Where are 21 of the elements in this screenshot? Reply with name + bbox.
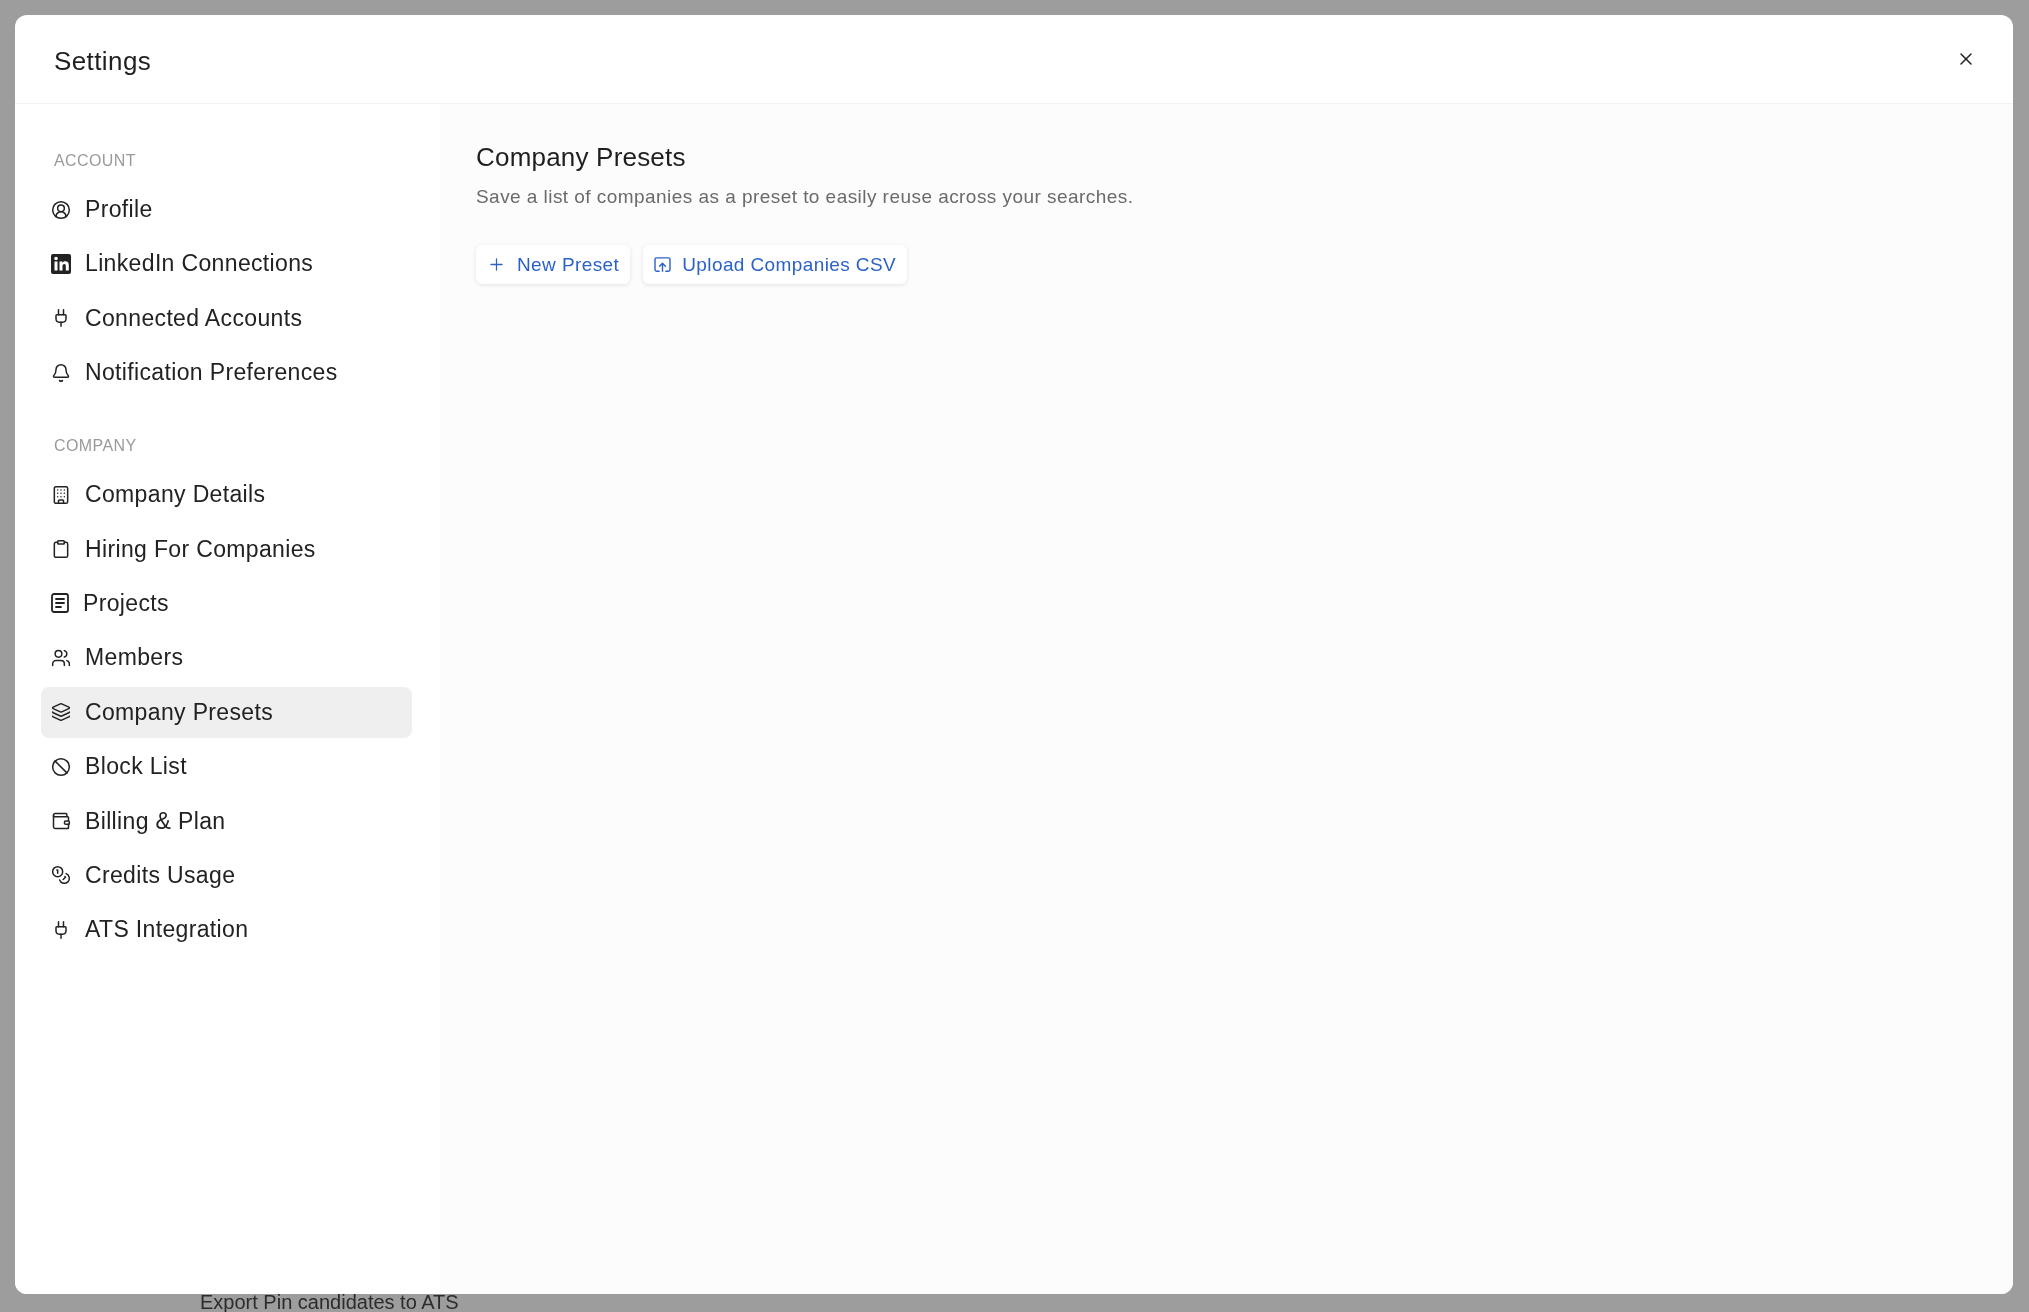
- page-description: Save a list of companies as a preset to easily reuse across your searches.: [476, 185, 1134, 209]
- sidebar-item[interactable]: Company Presets: [41, 686, 412, 738]
- layers-icon: [51, 702, 71, 723]
- wallet-icon: [51, 811, 71, 831]
- document-lines-icon: [51, 593, 69, 614]
- plus-icon: [487, 255, 506, 274]
- users-icon: [51, 647, 71, 668]
- prohibited-icon: [51, 756, 71, 777]
- bell-icon: [51, 362, 71, 383]
- linkedin-icon: [51, 253, 71, 274]
- clipboard-icon: [51, 539, 71, 560]
- section-heading: ACCOUNT: [53, 151, 136, 171]
- page-title: Company Presets: [476, 142, 686, 172]
- upload-icon: [654, 257, 672, 272]
- upload-csv-button[interactable]: Upload Companies CSV: [643, 245, 908, 284]
- dialog-title: Settings: [54, 46, 152, 77]
- new-preset-button[interactable]: New Preset: [476, 245, 631, 284]
- building-icon: [51, 484, 71, 505]
- user-circle-icon: [51, 199, 71, 220]
- coins-icon: [51, 865, 71, 886]
- section-heading: COMPANY: [53, 436, 137, 457]
